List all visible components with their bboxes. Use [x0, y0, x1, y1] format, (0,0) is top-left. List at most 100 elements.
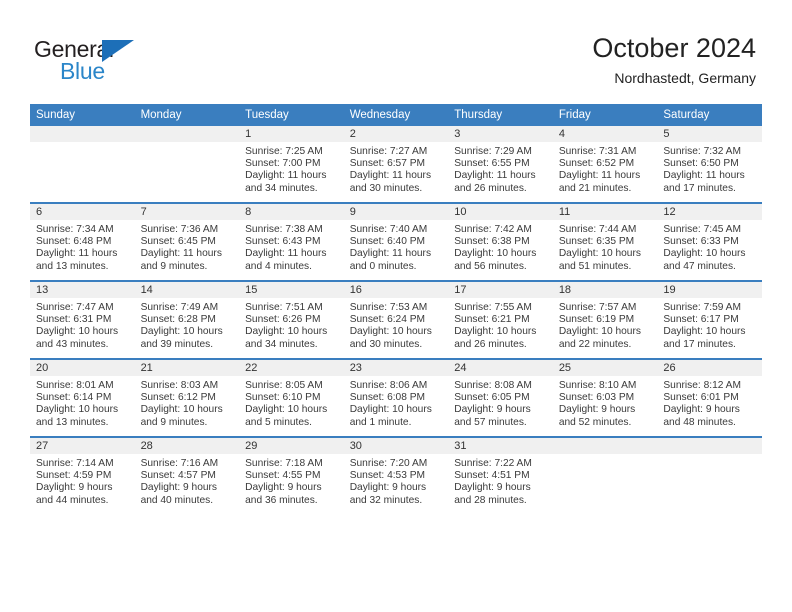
calendar-day-cell[interactable]: 31 Sunrise: 7:22 AM Sunset: 4:51 PM Dayligh…	[448, 436, 553, 514]
day-number: 29	[239, 438, 344, 454]
calendar-day-cell[interactable]: 3 Sunrise: 7:29 AM Sunset: 6:55 PM Daylight…	[448, 126, 553, 203]
calendar-day-cell[interactable]: 19 Sunrise: 7:59 AM Sunset: 6:17 PM Dayligh…	[657, 280, 762, 359]
sunset-text: Sunset: 6:08 PM	[349, 392, 426, 404]
day-number	[134, 126, 240, 142]
day-number: 24	[448, 360, 553, 376]
calendar-day-cell[interactable]: 9 Sunrise: 7:40 AM Sunset: 6:40 PM Daylight…	[343, 202, 449, 281]
sunset-text: Sunset: 4:55 PM	[245, 470, 321, 482]
day-details: Sunrise: 7:20 AM Sunset: 4:53 PM Daylight:…	[344, 454, 449, 507]
calendar-day-cell[interactable]: 20 Sunrise: 8:01 AM Sunset: 6:14 PM Dayligh…	[30, 358, 135, 437]
calendar-day-cell[interactable]: 11 Sunrise: 7:44 AM Sunset: 6:35 PM Dayligh…	[552, 202, 658, 281]
calendar-day-cell[interactable]: 26 Sunrise: 8:12 AM Sunset: 6:01 PM Dayligh…	[657, 358, 762, 437]
sunset-text: Sunset: 6:48 PM	[36, 236, 112, 248]
weekday-header-monday: Monday	[134, 104, 240, 126]
calendar-day-cell[interactable]: 29 Sunrise: 7:18 AM Sunset: 4:55 PM Dayligh…	[239, 436, 344, 514]
day-cell-content: 14 Sunrise: 7:49 AM Sunset: 6:28 PM Dayligh…	[134, 282, 240, 358]
day-cell-content: 26 Sunrise: 8:12 AM Sunset: 6:01 PM Dayligh…	[657, 360, 762, 436]
calendar-day-cell	[30, 126, 135, 203]
calendar-day-cell[interactable]: 28 Sunrise: 7:16 AM Sunset: 4:57 PM Dayligh…	[134, 436, 240, 514]
calendar-day-cell[interactable]: 12 Sunrise: 7:45 AM Sunset: 6:33 PM Dayligh…	[657, 202, 762, 281]
calendar-day-cell[interactable]: 27 Sunrise: 7:14 AM Sunset: 4:59 PM Dayligh…	[30, 436, 135, 514]
calendar-day-cell[interactable]: 18 Sunrise: 7:57 AM Sunset: 6:19 PM Dayligh…	[552, 280, 658, 359]
day-details: Sunrise: 7:14 AM Sunset: 4:59 PM Daylight:…	[30, 454, 135, 507]
daylight-text: Daylight: 10 hours and 5 minutes.	[245, 404, 328, 428]
calendar-day-cell[interactable]: 2 Sunrise: 7:27 AM Sunset: 6:57 PM Daylight…	[343, 126, 449, 203]
day-cell-content	[30, 126, 135, 202]
sunrise-text: Sunrise: 8:03 AM	[140, 380, 219, 391]
calendar-day-cell[interactable]: 4 Sunrise: 7:31 AM Sunset: 6:52 PM Daylight…	[552, 126, 658, 203]
calendar-day-cell[interactable]: 15 Sunrise: 7:51 AM Sunset: 6:26 PM Dayligh…	[239, 280, 344, 359]
sunset-text: Sunset: 6:35 PM	[558, 236, 635, 248]
day-cell-content: 8 Sunrise: 7:38 AM Sunset: 6:43 PM Daylight…	[239, 204, 344, 280]
sunrise-text: Sunrise: 7:29 AM	[454, 146, 532, 157]
calendar-week-row: 6 Sunrise: 7:34 AM Sunset: 6:48 PM Daylight…	[30, 202, 762, 281]
day-details: Sunrise: 7:51 AM Sunset: 6:26 PM Daylight:…	[239, 298, 344, 351]
calendar-day-cell[interactable]: 25 Sunrise: 8:10 AM Sunset: 6:03 PM Dayligh…	[552, 358, 658, 437]
day-number: 28	[134, 438, 240, 454]
brand-logo[interactable]: General Blue	[34, 36, 164, 88]
calendar-day-cell[interactable]: 24 Sunrise: 8:08 AM Sunset: 6:05 PM Dayligh…	[448, 358, 553, 437]
day-cell-content: 20 Sunrise: 8:01 AM Sunset: 6:14 PM Dayligh…	[30, 360, 135, 436]
daylight-text: Daylight: 10 hours and 56 minutes.	[454, 248, 537, 272]
day-number: 22	[239, 360, 344, 376]
calendar-day-cell[interactable]: 22 Sunrise: 8:05 AM Sunset: 6:10 PM Dayligh…	[239, 358, 344, 437]
sunrise-text: Sunrise: 7:45 AM	[663, 224, 741, 235]
day-cell-content: 16 Sunrise: 7:53 AM Sunset: 6:24 PM Dayligh…	[343, 282, 449, 358]
day-cell-content: 30 Sunrise: 7:20 AM Sunset: 4:53 PM Dayligh…	[343, 438, 449, 514]
calendar-day-cell[interactable]: 14 Sunrise: 7:49 AM Sunset: 6:28 PM Dayligh…	[134, 280, 240, 359]
weekday-header-saturday: Saturday	[657, 104, 762, 126]
day-cell-content: 19 Sunrise: 7:59 AM Sunset: 6:17 PM Dayligh…	[657, 282, 762, 358]
calendar-day-cell[interactable]: 30 Sunrise: 7:20 AM Sunset: 4:53 PM Dayligh…	[343, 436, 449, 514]
calendar-day-cell[interactable]: 1 Sunrise: 7:25 AM Sunset: 7:00 PM Daylight…	[239, 126, 344, 203]
day-cell-content: 23 Sunrise: 8:06 AM Sunset: 6:08 PM Dayligh…	[343, 360, 449, 436]
calendar-day-cell[interactable]: 6 Sunrise: 7:34 AM Sunset: 6:48 PM Daylight…	[30, 202, 135, 281]
calendar-day-cell[interactable]: 16 Sunrise: 7:53 AM Sunset: 6:24 PM Dayligh…	[343, 280, 449, 359]
day-details: Sunrise: 7:22 AM Sunset: 4:51 PM Daylight:…	[448, 454, 553, 507]
sunset-text: Sunset: 6:40 PM	[349, 236, 426, 248]
day-cell-content: 29 Sunrise: 7:18 AM Sunset: 4:55 PM Dayligh…	[239, 438, 344, 514]
calendar-day-cell[interactable]: 23 Sunrise: 8:06 AM Sunset: 6:08 PM Dayligh…	[343, 358, 449, 437]
calendar-day-cell[interactable]: 10 Sunrise: 7:42 AM Sunset: 6:38 PM Dayligh…	[448, 202, 553, 281]
day-number: 27	[30, 438, 135, 454]
day-number: 9	[343, 204, 449, 220]
day-cell-content: 4 Sunrise: 7:31 AM Sunset: 6:52 PM Daylight…	[552, 126, 658, 202]
calendar-day-cell[interactable]: 5 Sunrise: 7:32 AM Sunset: 6:50 PM Daylight…	[657, 126, 762, 203]
day-details: Sunrise: 7:31 AM Sunset: 6:52 PM Daylight:…	[553, 142, 658, 195]
sunset-text: Sunset: 4:57 PM	[140, 470, 216, 482]
day-cell-content: 1 Sunrise: 7:25 AM Sunset: 7:00 PM Daylight…	[239, 126, 344, 202]
weekday-header-friday: Friday	[552, 104, 658, 126]
day-cell-content: 18 Sunrise: 7:57 AM Sunset: 6:19 PM Dayligh…	[552, 282, 658, 358]
day-number: 6	[30, 204, 135, 220]
sunrise-text: Sunrise: 7:47 AM	[36, 302, 114, 313]
calendar-day-cell[interactable]: 13 Sunrise: 7:47 AM Sunset: 6:31 PM Dayligh…	[30, 280, 135, 359]
calendar-day-cell[interactable]: 21 Sunrise: 8:03 AM Sunset: 6:12 PM Dayligh…	[134, 358, 240, 437]
calendar-day-cell	[134, 126, 240, 203]
day-details: Sunrise: 7:47 AM Sunset: 6:31 PM Daylight:…	[30, 298, 135, 351]
sunrise-text: Sunrise: 8:01 AM	[36, 380, 114, 391]
daylight-text: Daylight: 9 hours and 44 minutes.	[36, 482, 113, 506]
sunset-text: Sunset: 6:17 PM	[663, 314, 739, 326]
calendar-page: General Blue October 2024 Nordhastedt, G…	[0, 0, 792, 612]
daylight-text: Daylight: 10 hours and 34 minutes.	[245, 326, 328, 350]
day-cell-content: 27 Sunrise: 7:14 AM Sunset: 4:59 PM Dayligh…	[30, 438, 135, 514]
day-cell-content: 9 Sunrise: 7:40 AM Sunset: 6:40 PM Daylight…	[343, 204, 449, 280]
calendar-week-row: 20 Sunrise: 8:01 AM Sunset: 6:14 PM Dayligh…	[30, 358, 762, 437]
day-details: Sunrise: 7:32 AM Sunset: 6:50 PM Daylight:…	[657, 142, 762, 195]
calendar-day-cell[interactable]: 17 Sunrise: 7:55 AM Sunset: 6:21 PM Dayligh…	[448, 280, 553, 359]
day-number	[552, 438, 658, 454]
day-cell-content: 2 Sunrise: 7:27 AM Sunset: 6:57 PM Daylight…	[343, 126, 449, 202]
sunrise-text: Sunrise: 7:31 AM	[558, 146, 637, 157]
day-details: Sunrise: 7:27 AM Sunset: 6:57 PM Daylight:…	[344, 142, 449, 195]
sunset-text: Sunset: 6:45 PM	[140, 236, 216, 248]
day-number: 31	[448, 438, 553, 454]
calendar-day-cell[interactable]: 7 Sunrise: 7:36 AM Sunset: 6:45 PM Daylight…	[134, 202, 240, 281]
day-details: Sunrise: 8:08 AM Sunset: 6:05 PM Daylight:…	[448, 376, 553, 429]
daylight-text: Daylight: 10 hours and 47 minutes.	[663, 248, 746, 272]
sunrise-text: Sunrise: 7:42 AM	[454, 224, 532, 235]
calendar-day-cell[interactable]: 8 Sunrise: 7:38 AM Sunset: 6:43 PM Daylight…	[239, 202, 344, 281]
day-cell-content	[657, 438, 762, 514]
sunrise-text: Sunrise: 7:20 AM	[349, 458, 428, 469]
day-cell-content: 6 Sunrise: 7:34 AM Sunset: 6:48 PM Daylight…	[30, 204, 135, 280]
day-cell-content: 15 Sunrise: 7:51 AM Sunset: 6:26 PM Dayligh…	[239, 282, 344, 358]
daylight-text: Daylight: 10 hours and 26 minutes.	[454, 326, 537, 350]
